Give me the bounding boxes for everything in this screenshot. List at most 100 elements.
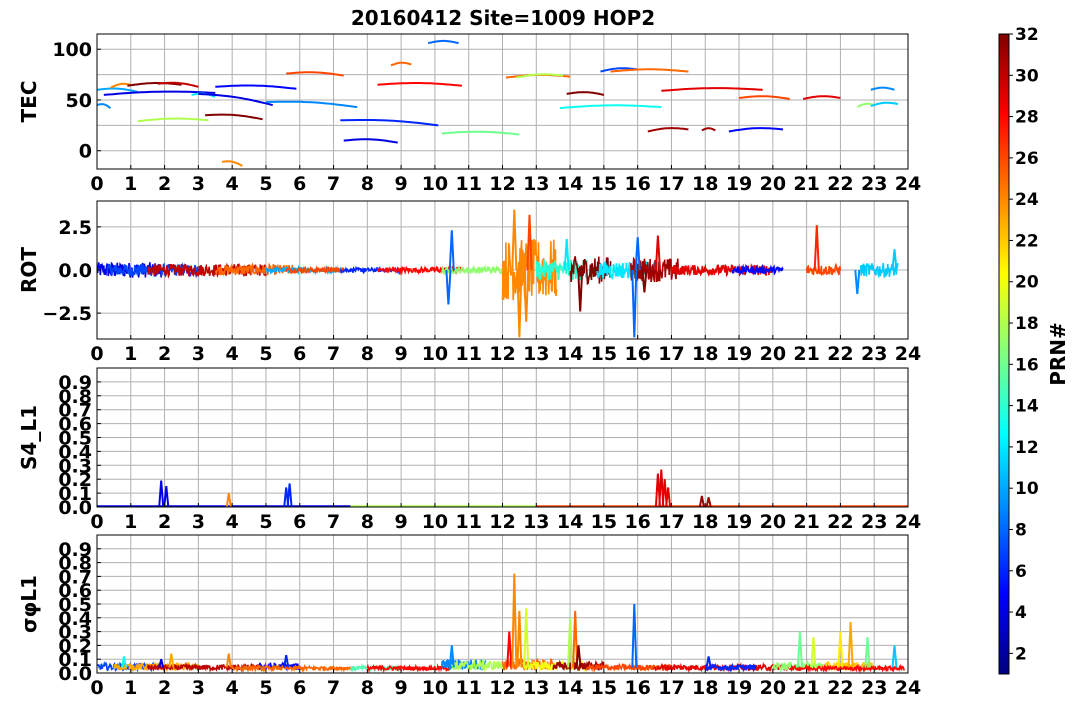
sigphi-spike-prn-19 [523, 608, 530, 668]
colorbar-gradient [998, 33, 1010, 675]
y-axis-label: TEC [17, 81, 41, 123]
sigphi-spike-prn-6 [705, 656, 712, 668]
tec-arc-prn-32 [205, 113, 263, 121]
x-tick-label: 9 [395, 173, 408, 195]
x-tick-label: 4 [226, 173, 239, 195]
x-tick-label: 24 [895, 677, 921, 699]
tec-arc-prn-28 [377, 82, 463, 87]
tec-arc-prn-32 [566, 91, 605, 96]
tec-arc-prn-26 [286, 71, 344, 77]
x-tick-label: 3 [192, 173, 205, 195]
x-tick-label: 23 [861, 677, 887, 699]
x-tick-label: 1 [124, 677, 137, 699]
y-tick-label: 0.0 [58, 663, 92, 685]
tec-arc-prn-25 [610, 68, 689, 73]
x-tick-label: 7 [327, 173, 340, 195]
y-tick-label: 100 [52, 39, 92, 61]
x-tick-label: 2 [158, 173, 171, 195]
rot-trace-prn-17 [440, 264, 511, 276]
x-tick-label: 3 [192, 343, 205, 365]
x-tick-label: 12 [489, 511, 515, 533]
x-tick-label: 10 [422, 173, 448, 195]
tec-arc-prn-13 [559, 104, 662, 110]
x-tick-label: 12 [489, 343, 515, 365]
colorbar-tick-label: 30 [1015, 66, 1039, 86]
x-tick-label: 20 [760, 343, 786, 365]
x-tick-label: 1 [124, 511, 137, 533]
rot-spike-prn-27 [813, 225, 820, 271]
tec-arc-prn-4 [343, 138, 398, 144]
rot-spike-prn-9 [854, 269, 861, 295]
x-tick-label: 5 [259, 677, 272, 699]
x-tick-label: 3 [192, 511, 205, 533]
s4-spike-prn-6 [286, 483, 293, 507]
rot-spike-prn-24 [523, 269, 530, 322]
colorbar-tick-label: 14 [1015, 397, 1039, 417]
x-tick-label: 12 [489, 677, 515, 699]
colorbar-tick-label: 10 [1015, 479, 1039, 499]
series-rot [97, 209, 899, 338]
x-tick-label: 1 [124, 343, 137, 365]
x-tick-label: 11 [455, 343, 481, 365]
colorbar-tick-label: 24 [1015, 190, 1039, 210]
figure: 20160412 Site=1009 HOP2 0 1 2 3 4 5 6 7 8 9 10 11 12… [17, 6, 1070, 699]
series-sigphi [97, 573, 905, 673]
x-tick-label: 8 [361, 173, 374, 195]
x-tick-label: 16 [624, 511, 650, 533]
x-tick-label: 4 [226, 343, 239, 365]
s4-spike-prn-29 [665, 487, 672, 507]
x-tick-label: 22 [827, 511, 853, 533]
y-axis-label: S4_L1 [17, 405, 41, 470]
x-tick-label: 0 [90, 511, 103, 533]
x-tick-label: 10 [422, 343, 448, 365]
x-tick-label: 11 [455, 677, 481, 699]
panel-s4: 0 1 2 3 4 5 6 7 8 9 10 11 12 13 14 15 16 17 18 19 20 21 22 23 24… [17, 367, 921, 533]
x-tick-label: 15 [591, 173, 617, 195]
rot-spike-prn-8 [448, 230, 455, 271]
colorbar-tick-label: 32 [1015, 25, 1039, 45]
sigphi-spike-prn-11 [891, 645, 898, 668]
x-tick-label: 14 [557, 343, 583, 365]
y-axis-label: σφL1 [17, 575, 41, 633]
tec-arc-prn-9 [265, 100, 358, 109]
x-tick-label: 13 [523, 511, 549, 533]
tec-arc-prn-16 [441, 130, 520, 136]
sigphi-spike-prn-24 [225, 653, 232, 668]
x-tick-label: 12 [489, 173, 515, 195]
series-tec [97, 39, 899, 167]
rot-trace-prn-26 [805, 262, 842, 277]
rot-spike-prn-8 [445, 269, 452, 305]
x-tick-label: 13 [523, 173, 549, 195]
x-tick-label: 22 [827, 173, 853, 195]
x-tick-label: 11 [455, 173, 481, 195]
x-tick-label: 5 [259, 511, 272, 533]
tec-arc-prn-18 [137, 117, 209, 123]
colorbar-tick-label: 2 [1015, 644, 1027, 664]
y-tick-label: 50 [66, 90, 92, 112]
sigphi-spike-prn-8 [631, 603, 638, 668]
x-tick-label: 6 [293, 511, 306, 533]
x-tick-label: 14 [557, 677, 583, 699]
tec-arc-prn-10 [97, 87, 138, 93]
s4-spike-prn-24 [225, 492, 232, 507]
x-tick-label: 1 [124, 173, 137, 195]
x-tick-label: 19 [726, 511, 752, 533]
colorbar-tick-label: 8 [1015, 520, 1027, 540]
x-tick-label: 24 [895, 511, 921, 533]
x-tick-label: 11 [455, 511, 481, 533]
colorbar-tick-label: 20 [1015, 273, 1039, 293]
colorbar: PRN# 2468101214161820222426283032 [998, 25, 1070, 675]
x-tick-label: 4 [226, 677, 239, 699]
x-tick-label: 19 [726, 173, 752, 195]
colorbar-tick-label: 12 [1015, 438, 1039, 458]
x-tick-label: 7 [327, 511, 340, 533]
sigphi-spike-prn-23 [847, 621, 854, 668]
tec-arc-prn-26 [738, 95, 790, 100]
colorbar-tick-label: 18 [1015, 314, 1039, 334]
x-tick-label: 17 [658, 173, 684, 195]
x-tick-label: 16 [624, 343, 650, 365]
x-tick-label: 8 [361, 511, 374, 533]
y-tick-label: 0 [79, 141, 92, 163]
colorbar-label: PRN# [1046, 322, 1070, 386]
x-tick-label: 20 [760, 677, 786, 699]
